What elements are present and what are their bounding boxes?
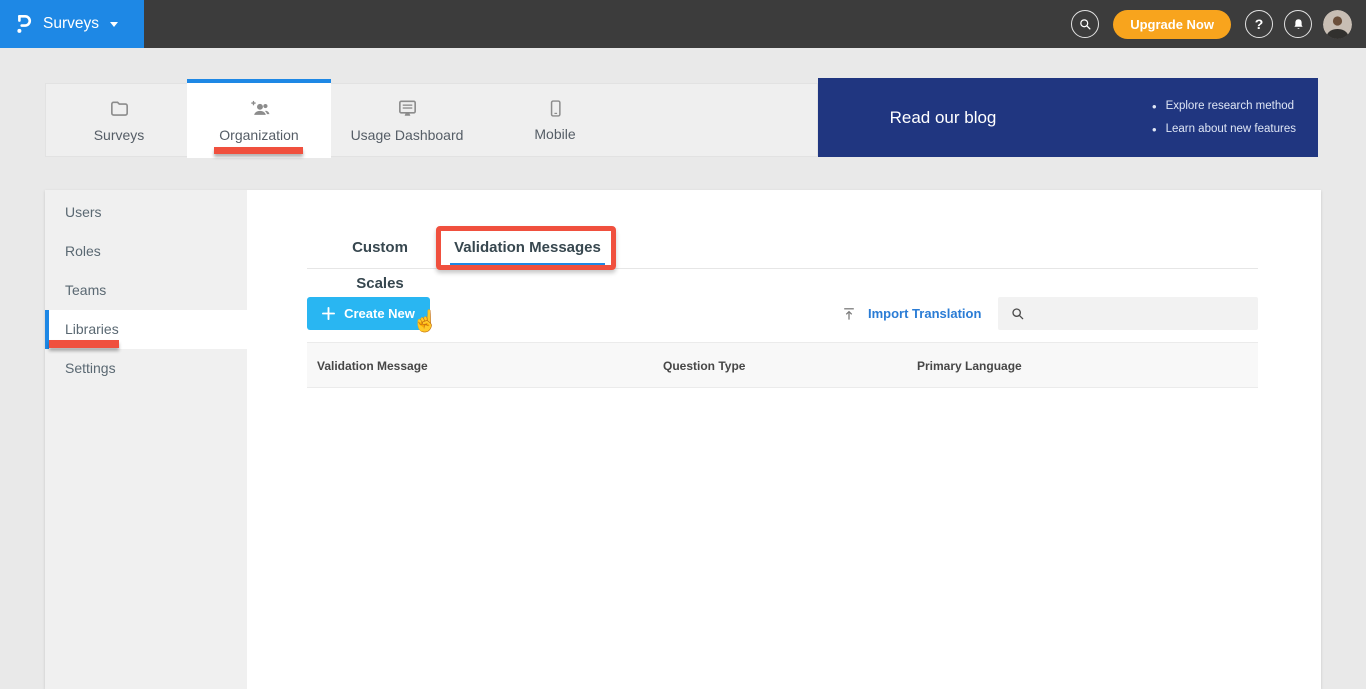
avatar[interactable] xyxy=(1323,9,1352,39)
notifications-button[interactable] xyxy=(1284,10,1312,38)
import-translation-link[interactable]: Import Translation xyxy=(841,297,981,330)
column-header-primary-language: Primary Language xyxy=(917,359,1022,373)
banner-bullets: Explore research method Learn about new … xyxy=(1152,99,1296,137)
mobile-icon xyxy=(545,98,566,119)
help-button[interactable]: ? xyxy=(1245,10,1273,38)
search-button[interactable] xyxy=(1071,10,1100,38)
nav-tab-label: Mobile xyxy=(534,126,576,142)
chevron-down-icon xyxy=(110,21,118,27)
questionpro-logo-icon xyxy=(14,12,34,36)
libraries-content: Custom Scales Validation Messages Create… xyxy=(247,190,1321,689)
banner-bullet: Learn about new features xyxy=(1152,122,1296,137)
help-icon: ? xyxy=(1254,16,1264,32)
folder-icon xyxy=(108,97,131,120)
create-new-label: Create New xyxy=(344,306,415,321)
banner-title: Read our blog xyxy=(889,107,997,127)
plus-icon xyxy=(322,307,336,320)
topbar: Surveys Upgrade Now ? xyxy=(0,0,1366,48)
upload-icon xyxy=(841,306,857,322)
organization-sidebar: Users Roles Teams Libraries Settings xyxy=(45,190,247,689)
import-translation-label: Import Translation xyxy=(868,306,982,321)
create-new-button[interactable]: Create New xyxy=(307,297,430,330)
tab-custom-scales[interactable]: Custom Scales xyxy=(332,230,428,292)
column-header-question-type: Question Type xyxy=(663,359,746,373)
product-label: Surveys xyxy=(43,15,99,32)
topbar-actions: Upgrade Now ? xyxy=(1071,0,1352,48)
search-field xyxy=(998,297,1258,330)
nav-tab-label: Usage Dashboard xyxy=(350,127,464,143)
main-panel: Users Roles Teams Libraries Settings Cus… xyxy=(45,190,1321,689)
sidebar-item-settings[interactable]: Settings xyxy=(45,349,247,388)
banner-bullet: Explore research method xyxy=(1152,99,1296,114)
annotation-underline-libraries xyxy=(49,340,119,348)
nav-tab-label: Organization xyxy=(219,127,299,143)
tabs-divider xyxy=(307,268,1258,269)
search-icon xyxy=(1010,306,1026,322)
people-add-icon xyxy=(247,99,272,120)
product-switcher[interactable]: Surveys xyxy=(0,0,144,48)
dashboard-icon xyxy=(396,97,419,120)
column-header-validation-message: Validation Message xyxy=(317,359,428,373)
annotation-underline-organization xyxy=(214,147,303,154)
tab-validation-messages[interactable]: Validation Messages xyxy=(450,230,605,266)
sidebar-item-teams[interactable]: Teams xyxy=(45,271,247,310)
primary-nav: Surveys Organization Usage Dashboard Mob… xyxy=(45,79,818,158)
bell-icon xyxy=(1291,17,1306,32)
validation-messages-table-header: Validation Message Question Type Primary… xyxy=(307,342,1258,388)
nav-tab-surveys[interactable]: Surveys xyxy=(49,84,189,156)
sidebar-item-roles[interactable]: Roles xyxy=(45,232,247,271)
search-icon xyxy=(1078,17,1093,32)
search-input[interactable] xyxy=(1034,297,1258,330)
upgrade-now-button[interactable]: Upgrade Now xyxy=(1113,9,1231,39)
nav-tab-label: Surveys xyxy=(93,127,145,143)
nav-tab-mobile[interactable]: Mobile xyxy=(483,84,627,156)
sidebar-item-users[interactable]: Users xyxy=(45,193,247,232)
nav-tab-usage-dashboard[interactable]: Usage Dashboard xyxy=(331,84,483,156)
blog-banner[interactable]: Read our blog Explore research method Le… xyxy=(818,78,1318,157)
